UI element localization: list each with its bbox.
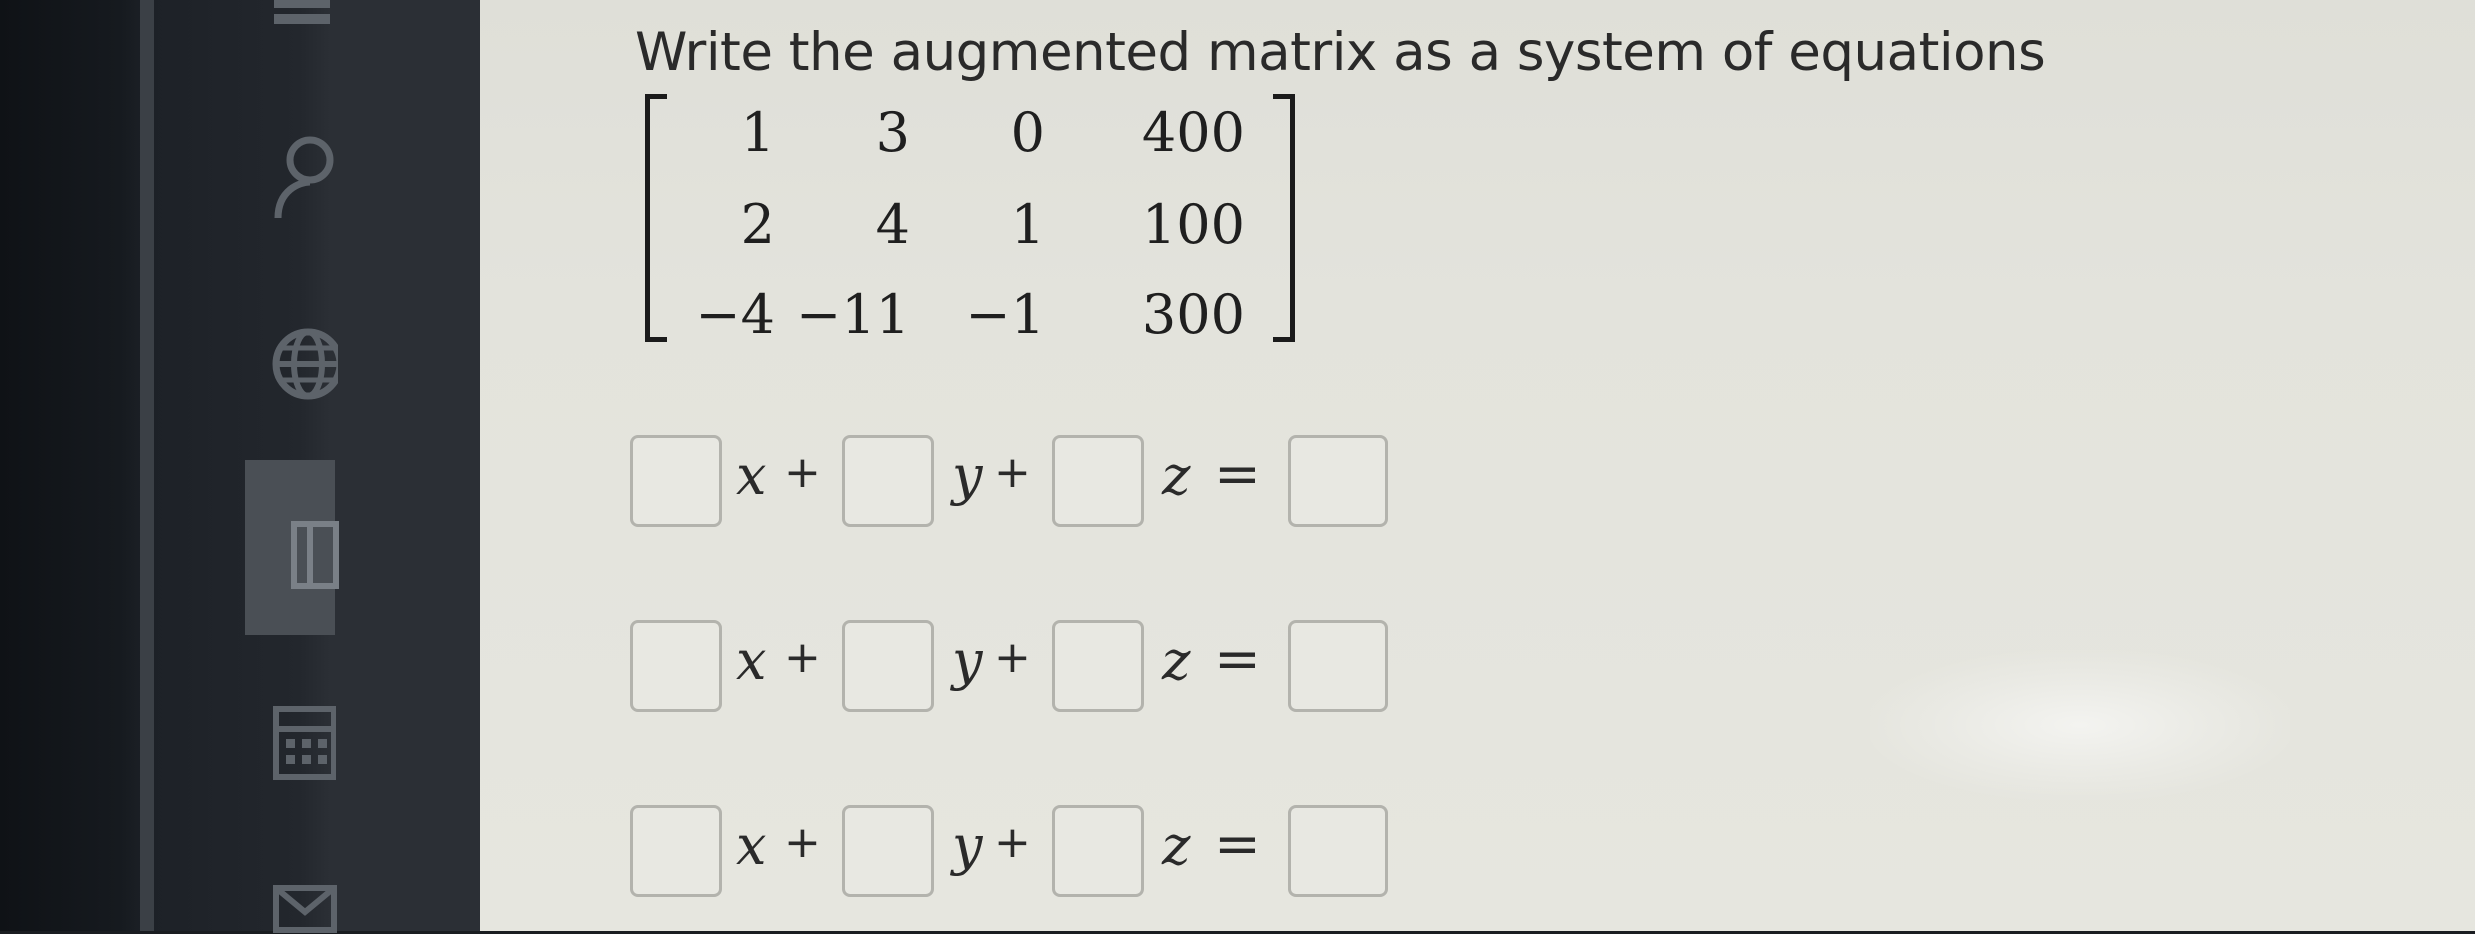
z-variable: z — [1162, 814, 1191, 877]
inbox-icon[interactable] — [272, 0, 332, 32]
y-variable: y — [952, 814, 983, 877]
sidebar-divider — [140, 0, 154, 931]
question-title: Write the augmented matrix as a system o… — [635, 22, 2046, 83]
mail-icon[interactable] — [272, 884, 338, 934]
matrix-cell: −1 — [965, 283, 1045, 346]
matrix-cell: 300 — [1141, 283, 1245, 346]
book-icon[interactable] — [290, 520, 340, 590]
plus-sign: + — [784, 817, 821, 868]
calendar-icon[interactable] — [272, 695, 336, 781]
equals-sign: = — [1214, 442, 1261, 507]
globe-icon[interactable] — [272, 322, 338, 404]
matrix-cell: 4 — [875, 193, 910, 256]
constant-input[interactable] — [1288, 620, 1388, 712]
augmented-matrix: 1 3 0 400 2 4 1 100 −4 −11 −1 300 — [645, 88, 1295, 353]
y-variable: y — [952, 444, 983, 507]
plus-sign: + — [784, 447, 821, 498]
y-variable: y — [952, 629, 983, 692]
x-coefficient-input[interactable] — [630, 435, 722, 527]
matrix-cell: 1 — [1010, 193, 1045, 256]
screen-glare — [1870, 650, 2290, 800]
equals-sign: = — [1214, 812, 1261, 877]
matrix-cell: 2 — [740, 193, 775, 256]
x-coefficient-input[interactable] — [630, 620, 722, 712]
constant-input[interactable] — [1288, 435, 1388, 527]
z-variable: z — [1162, 629, 1191, 692]
y-coefficient-input[interactable] — [842, 620, 934, 712]
x-variable: x — [736, 629, 767, 692]
constant-input[interactable] — [1288, 805, 1388, 897]
matrix-cell: 1 — [740, 101, 775, 164]
equation-row: x + y + z = — [630, 805, 1390, 915]
matrix-cell: 3 — [875, 101, 910, 164]
z-coefficient-input[interactable] — [1052, 435, 1144, 527]
matrix-cell: 0 — [1010, 101, 1045, 164]
plus-sign: + — [994, 447, 1031, 498]
y-coefficient-input[interactable] — [842, 805, 934, 897]
matrix-cell: 400 — [1141, 101, 1245, 164]
app-sidebar — [0, 0, 480, 934]
equation-row: x + y + z = — [630, 620, 1390, 730]
y-coefficient-input[interactable] — [842, 435, 934, 527]
x-variable: x — [736, 444, 767, 507]
x-coefficient-input[interactable] — [630, 805, 722, 897]
matrix-right-bracket — [1273, 94, 1295, 342]
matrix-cell: −4 — [695, 283, 775, 346]
matrix-cell: −11 — [796, 283, 910, 346]
plus-sign: + — [784, 632, 821, 683]
user-icon[interactable] — [270, 130, 340, 220]
z-variable: z — [1162, 444, 1191, 507]
z-coefficient-input[interactable] — [1052, 620, 1144, 712]
plus-sign: + — [994, 632, 1031, 683]
z-coefficient-input[interactable] — [1052, 805, 1144, 897]
question-panel: Write the augmented matrix as a system o… — [480, 0, 2475, 931]
equals-sign: = — [1214, 627, 1261, 692]
matrix-cell: 100 — [1141, 193, 1245, 256]
x-variable: x — [736, 814, 767, 877]
plus-sign: + — [994, 817, 1031, 868]
equation-row: x + y + z = — [630, 435, 1390, 545]
